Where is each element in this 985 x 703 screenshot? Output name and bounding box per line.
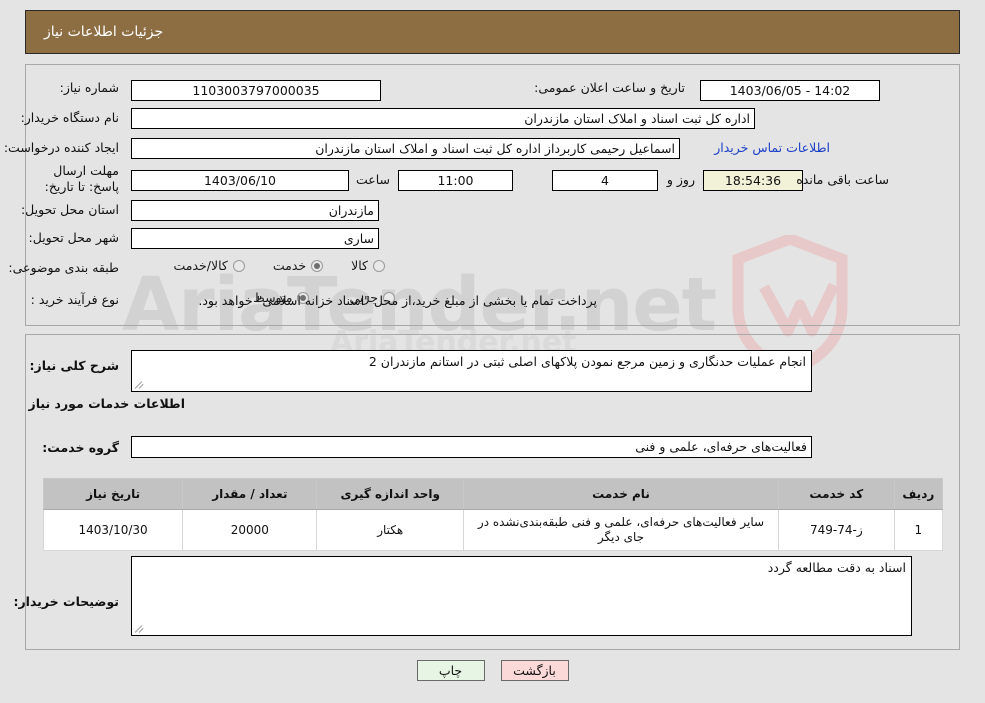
creator-label-wrap: ایجاد کننده درخواست: [4,140,119,155]
deadline-label-wrap: مهلت ارسال پاسخ: تا تاریخ: [24,163,119,195]
radio-option-kala-khedmat[interactable]: کالا/خدمت [173,258,245,273]
need-number-label-wrap: شماره نیاز: [60,80,119,95]
cell-quantity: 20000 [182,509,318,551]
delivery-city-input[interactable]: ساری [131,228,379,249]
table-row: 1 ز-74-749 سایر فعالیت‌های حرفه‌ای، علمی… [42,509,944,551]
buyer-notes-label: توضیحات خریدار: [13,594,119,609]
buyer-org-label-wrap: نام دستگاه خریدار: [21,110,119,125]
cell-code: ز-74-749 [777,509,895,551]
category-label-wrap: طبقه بندی موضوعی: [8,260,119,275]
process-note-text: پرداخت تمام یا بخشی از مبلغ خرید،از محل … [198,293,597,308]
radio-kala-icon[interactable] [373,259,385,272]
services-heading: اطلاعات خدمات مورد نیاز [28,396,186,411]
radio-kala-label: کالا [351,258,368,273]
print-button[interactable]: چاپ [416,660,485,681]
delivery-province-input[interactable]: مازندران [131,200,379,221]
need-info-panel [25,64,960,326]
summary-label: شرح کلی نیاز: [29,358,119,373]
province-label-wrap: استان محل تحویل: [21,202,119,217]
window-title-bar: جزئیات اطلاعات نیاز [25,10,960,54]
page-root: AriaTender.net AriaTender.net جزئیات اطل… [0,0,985,703]
radio-khedmat-icon[interactable] [311,259,324,272]
buyer-notes-text: اسناد به دقت مطالعه گردد [767,560,906,575]
cell-radif: 1 [893,509,944,551]
subject-category-radio-group: کالا خدمت کالا/خدمت [173,258,385,273]
subject-category-label: طبقه بندی موضوعی: [8,260,119,275]
back-button[interactable]: بازگشت [500,660,569,681]
need-number-input[interactable]: 1103003797000035 [131,80,381,101]
notes-label-wrap: توضیحات خریدار: [13,594,119,609]
buyer-org-input[interactable]: اداره کل ثبت اسناد و املاک استان مازندرا… [131,108,755,129]
action-button-bar: بازگشت چاپ [0,660,985,681]
deadline-date-input[interactable]: 1403/06/10 [131,170,349,191]
cell-name: سایر فعالیت‌های حرفه‌ای، علمی و فنی طبقه… [463,509,779,551]
buyer-notes-textarea[interactable]: اسناد به دقت مطالعه گردد [131,556,912,636]
city-label-wrap: شهر محل تحویل: [29,230,119,245]
announce-datetime-label: تاریخ و ساعت اعلان عمومی: [534,80,685,95]
buyer-org-label: نام دستگاه خریدار: [20,110,119,125]
process-label-wrap: نوع فرآیند خرید : [31,292,119,307]
need-number-label: شماره نیاز: [59,80,119,95]
days-remaining-input[interactable]: 4 [552,170,658,191]
deadline-time-input[interactable]: 11:00 [398,170,513,191]
announce-label-wrap: تاریخ و ساعت اعلان عمومی: [534,80,685,95]
summary-label-wrap: شرح کلی نیاز: [30,358,119,373]
radio-kala-khedmat-icon[interactable] [232,259,245,272]
deadline-hour-label: ساعت [355,172,390,187]
service-group-input[interactable]: فعالیت‌های حرفه‌ای، علمی و فنی [131,436,812,458]
notes-resize-grip-icon[interactable] [134,623,145,633]
table-header-row: ردیف کد خدمت نام خدمت واحد اندازه گیری ت… [42,478,944,510]
radio-option-khedmat[interactable]: خدمت [272,258,324,273]
th-radif: ردیف [893,478,944,510]
resize-grip-icon[interactable] [134,379,145,389]
th-code: کد خدمت [777,478,895,510]
days-label: روز و [666,172,695,187]
summary-textarea[interactable]: انجام عملیات حدنگاری و زمین مرجع نمودن پ… [131,350,812,392]
radio-kala-khedmat-label: کالا/خدمت [173,258,228,273]
summary-text: انجام عملیات حدنگاری و زمین مرجع نمودن پ… [368,354,806,369]
deadline-label: مهلت ارسال پاسخ: تا تاریخ: [44,163,119,194]
page-title: جزئیات اطلاعات نیاز [44,24,164,40]
th-name: نام خدمت [463,478,779,510]
services-table: ردیف کد خدمت نام خدمت واحد اندازه گیری ت… [42,478,944,551]
time-remaining-label: ساعت باقی مانده [796,172,889,187]
buyer-contact-link[interactable]: اطلاعات تماس خریدار [714,140,830,155]
cell-unit: هکتار [316,509,465,551]
th-unit: واحد اندازه گیری [316,478,465,510]
service-group-label: گروه خدمت: [42,440,119,455]
cell-need-date: 1403/10/30 [42,509,184,551]
radio-khedmat-label: خدمت [272,258,307,273]
creator-input[interactable]: اسماعیل رحیمی کاربرداز اداره کل ثبت اسنا… [131,138,680,159]
announce-datetime-input[interactable]: 14:02 - 1403/06/05 [700,80,880,101]
delivery-province-label: استان محل تحویل: [20,202,119,217]
purchase-process-label: نوع فرآیند خرید : [30,292,119,307]
creator-label: ایجاد کننده درخواست: [3,140,119,155]
radio-option-kala[interactable]: کالا [351,258,385,273]
th-need-date: تاریخ نیاز [42,478,184,510]
th-quantity: تعداد / مقدار [182,478,318,510]
service-group-label-wrap: گروه خدمت: [42,440,119,455]
delivery-city-label: شهر محل تحویل: [28,230,119,245]
time-remaining-input: 18:54:36 [703,170,803,191]
